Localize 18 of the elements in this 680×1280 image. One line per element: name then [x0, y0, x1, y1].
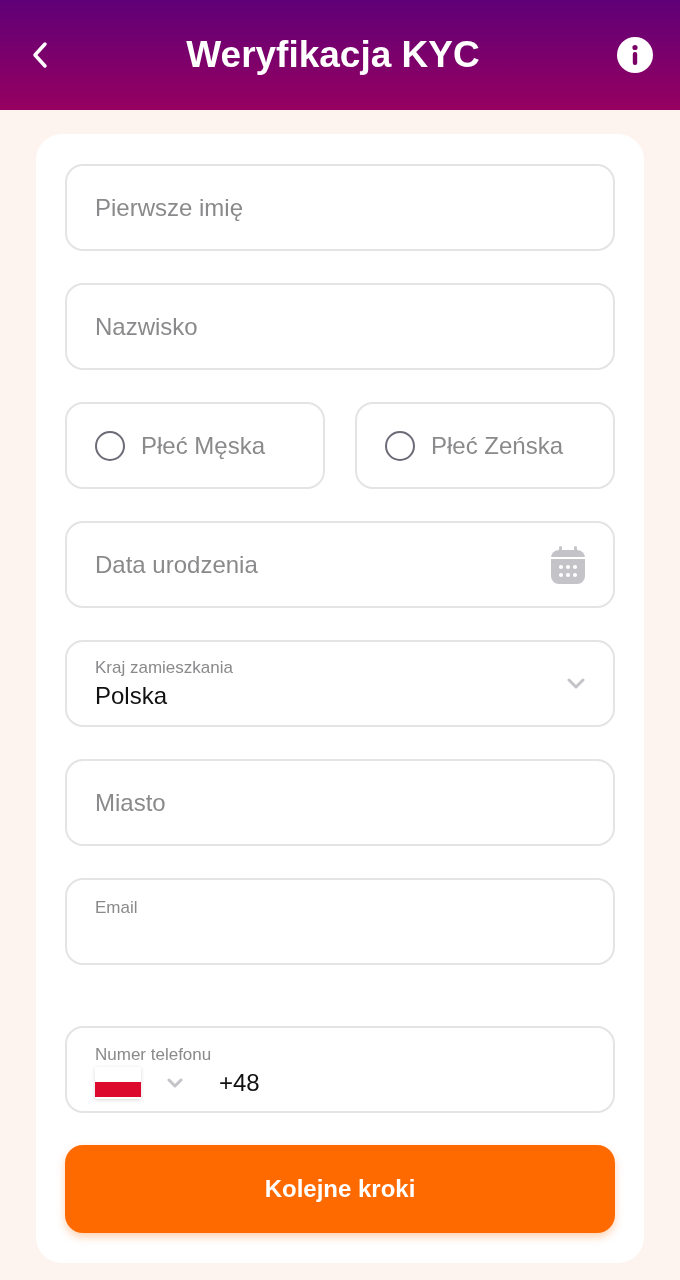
calendar-icon [551, 545, 585, 584]
text-field[interactable]: Miasto [65, 759, 615, 846]
gender-option[interactable]: Płeć Zeńska [355, 402, 615, 489]
country-select[interactable]: Kraj zamieszkania Polska [65, 640, 615, 727]
page-title: Weryfikacja KYC [186, 34, 480, 76]
info-button[interactable] [616, 36, 654, 74]
next-steps-button[interactable]: Kolejne kroki [65, 1145, 615, 1233]
flag-icon[interactable] [95, 1067, 141, 1099]
radio-button[interactable] [95, 430, 125, 461]
back-button[interactable] [30, 40, 50, 70]
phone-field[interactable]: Numer telefonu +48 [65, 1026, 615, 1113]
radio-button[interactable] [385, 430, 415, 461]
date-field[interactable]: Data urodzenia [65, 521, 615, 608]
text-field[interactable]: Nazwisko [65, 283, 615, 370]
text-field[interactable]: Pierwsze imię [65, 164, 615, 251]
email-field[interactable]: Email [65, 878, 615, 965]
chevron-down-icon [567, 678, 585, 689]
gender-option[interactable]: Płeć Męska [65, 402, 325, 489]
